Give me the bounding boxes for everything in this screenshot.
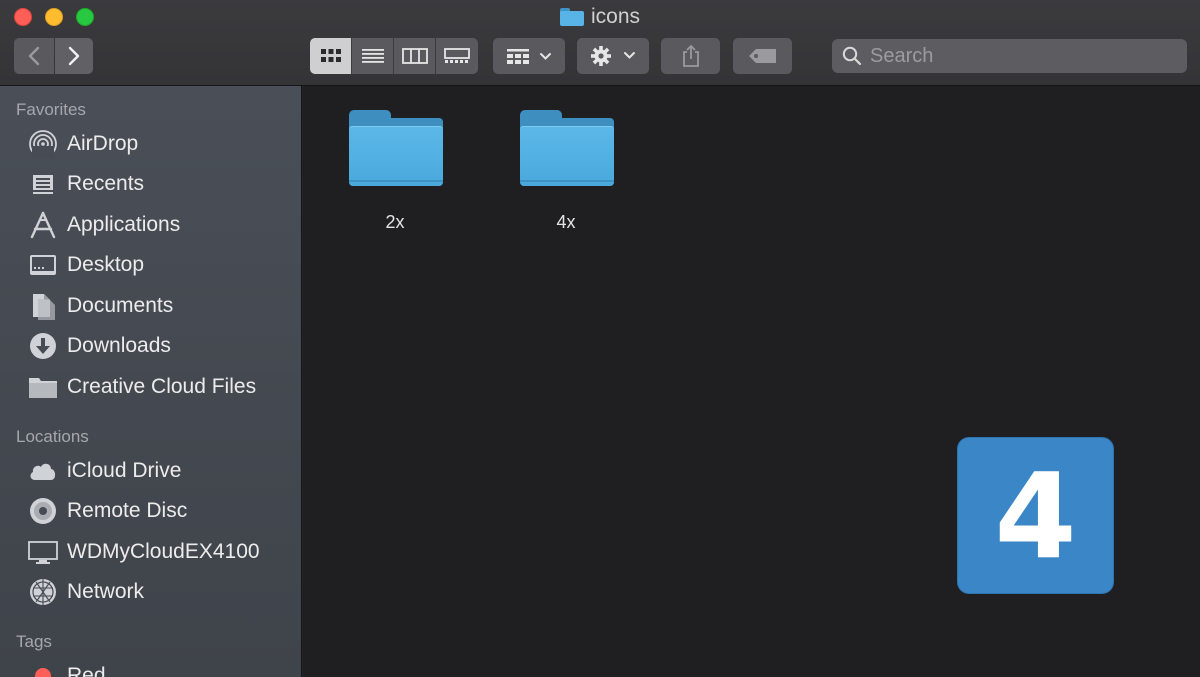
sidebar-item-desktop[interactable]: Desktop [0,247,302,283]
gallery-view-button[interactable] [436,38,478,74]
sidebar-item-label: Remote Disc [67,499,188,522]
disc-icon [28,496,58,526]
gear-icon [591,46,635,66]
red-tag-dot-icon [28,661,58,677]
search-input[interactable] [870,44,1170,68]
back-button[interactable] [14,38,54,74]
tags-heading: Tags [16,632,52,651]
folder-icon [559,8,584,26]
sidebar-item-label: Documents [67,294,174,317]
folder-icon [520,110,614,186]
applications-icon [28,210,58,240]
folder-item-4x[interactable]: 4x [506,88,616,232]
sidebar-item-label: Red [67,664,106,677]
sidebar-item-downloads[interactable]: Downloads [0,328,302,364]
step-number-badge: 4 [957,437,1114,594]
action-menu-button[interactable] [577,38,649,74]
window-title-text: icons [590,5,641,28]
sidebar-item-label: Desktop [67,253,145,276]
view-mode-switcher [310,38,478,74]
share-icon [682,44,699,67]
share-button[interactable] [661,38,720,74]
sidebar-item-label: Recents [67,172,145,195]
sidebar-item-label: Network [67,580,145,603]
sidebar-item-label: Downloads [67,334,171,357]
list-icon [361,49,384,63]
folder-icon [28,372,58,402]
network-icon [28,577,58,607]
sidebar-item-airdrop[interactable]: AirDrop [0,126,302,162]
column-view-button[interactable] [394,38,436,74]
folder-item-2x[interactable]: 2x [335,88,445,232]
sidebar-item-icloud-drive[interactable]: iCloud Drive [0,453,302,489]
search-icon [842,46,862,66]
locations-heading: Locations [16,427,89,446]
monitor-icon [28,537,58,567]
forward-button[interactable] [55,38,93,74]
sidebar-item-label: AirDrop [67,132,139,155]
folder-icon [349,110,443,186]
tag-icon [748,49,776,63]
group-by-button[interactable] [493,38,565,74]
grid-dropdown-icon [507,49,551,64]
columns-icon [401,48,428,64]
downloads-icon [28,331,58,361]
documents-icon [28,291,58,321]
sidebar-item-network[interactable]: Network [0,574,302,610]
sidebar-item-recents[interactable]: Recents [0,166,302,202]
list-view-button[interactable] [352,38,394,74]
sidebar-item-documents[interactable]: Documents [0,288,302,324]
sidebar-item-label: iCloud Drive [67,459,182,482]
recents-icon [28,169,58,199]
sidebar: Favorites AirDrop Recents Applications D… [0,86,302,677]
chevron-right-icon [68,46,80,66]
sidebar-item-label: Applications [67,213,181,236]
icon-view-button[interactable] [310,38,352,74]
toolbar: icons [0,0,1200,86]
folder-name: 2x [385,212,405,232]
sidebar-item-creative-cloud-files[interactable]: Creative Cloud Files [0,369,302,405]
favorites-heading: Favorites [16,100,86,119]
chevron-left-icon [28,46,40,66]
desktop-icon [28,250,58,280]
edit-tags-button[interactable] [733,38,792,74]
finder-window: icons Search Favorites AirDrop Recents A… [0,0,1200,677]
airdrop-icon [28,129,58,159]
sidebar-item-remote-disc[interactable]: Remote Disc [0,493,302,529]
window-title: icons [0,5,1200,29]
icon-grid-icon [320,49,341,62]
search-field[interactable] [832,39,1187,73]
sidebar-item-applications[interactable]: Applications [0,207,302,243]
sidebar-item-label: Creative Cloud Files [67,375,257,398]
gallery-icon [444,48,470,63]
folder-name: 4x [556,212,576,232]
sidebar-item-label: WDMyCloudEX4100 [67,540,260,563]
cloud-icon [28,456,58,486]
sidebar-item-wdmycloudex4100[interactable]: WDMyCloudEX4100 [0,534,302,570]
sidebar-item-tag-red[interactable]: Red [0,658,302,677]
